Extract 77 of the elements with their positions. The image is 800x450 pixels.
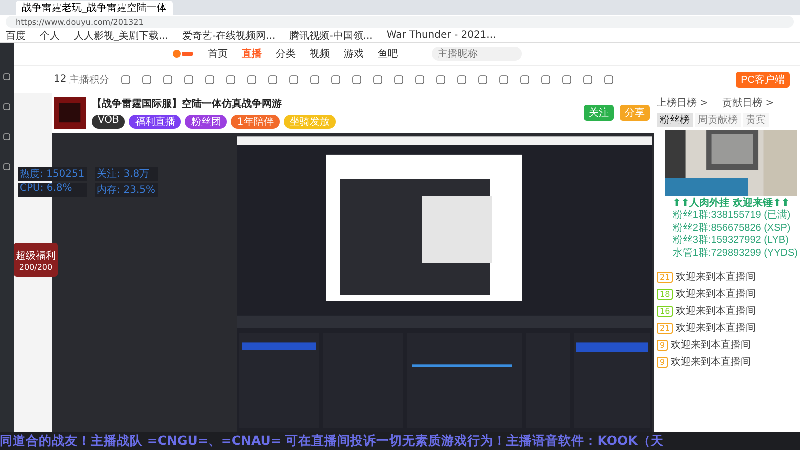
- category-icon[interactable]: [604, 74, 614, 84]
- level-badge: 18: [657, 288, 674, 300]
- stat-text: 关注: 3.8万: [95, 167, 158, 181]
- stat-text: 内存: 23.5%: [95, 183, 158, 197]
- chat-message: 欢迎来到本直播间: [676, 288, 756, 301]
- level-badge: 16: [657, 306, 674, 316]
- bookmark[interactable]: 腾讯视频-中国领...: [290, 28, 373, 42]
- category-icon[interactable]: [226, 74, 236, 84]
- bookmark[interactable]: 百度: [6, 28, 26, 42]
- room-tag[interactable]: VOB: [92, 115, 126, 129]
- category-icon[interactable]: [288, 74, 299, 84]
- logo-icon[interactable]: [172, 49, 194, 59]
- nav-tab[interactable]: 游戏: [344, 47, 364, 61]
- browser-tab[interactable]: 战争雷霆老玩_战争雷霆空陆一体: [16, 1, 173, 15]
- room-tag[interactable]: 福利直播: [129, 115, 182, 129]
- address-bar[interactable]: https://www.douyu.com/201321: [6, 16, 794, 28]
- category-icon[interactable]: [184, 74, 194, 84]
- chat-message: 欢迎来到本直播间: [676, 322, 756, 335]
- category-icon[interactable]: [352, 74, 362, 84]
- overlay-headline: ⬆⬆人肉外挂 欢迎来锤⬆⬆: [672, 196, 791, 210]
- stat-text: CPU: 6.8%: [18, 183, 88, 197]
- chat-message: 欢迎来到本直播间: [671, 356, 752, 369]
- points-label: 主播积分: [70, 74, 110, 86]
- chat-message: 欢迎来到本直播间: [676, 270, 756, 284]
- chat-message: 欢迎来到本直播间: [676, 304, 756, 318]
- chat-message: 欢迎来到本直播间: [671, 338, 752, 352]
- category-icon[interactable]: [246, 74, 257, 84]
- category-icon[interactable]: [414, 74, 425, 84]
- points-count: 12: [54, 74, 67, 85]
- category-icon[interactable]: [540, 74, 551, 84]
- nav-tab[interactable]: 首页: [208, 47, 228, 61]
- bookmark[interactable]: 爱奇艺-在线视频网...: [182, 28, 276, 42]
- nav-tab[interactable]: 分类: [276, 47, 296, 61]
- category-icon[interactable]: [562, 74, 572, 84]
- side-nav-icon[interactable]: [3, 133, 11, 141]
- bookmark[interactable]: 人人影视_美剧下载...: [74, 28, 169, 42]
- category-icon[interactable]: [520, 74, 530, 84]
- overlay-group-line: 粉丝1群:338155719 (已满): [672, 210, 792, 222]
- bookmark[interactable]: 个人: [40, 28, 60, 42]
- side-nav-icon[interactable]: [3, 103, 11, 111]
- category-icon[interactable]: [394, 74, 404, 84]
- bookmark[interactable]: War Thunder - 2021...: [386, 30, 496, 41]
- overlay-group-line: 粉丝3群:159327992 (LYB): [672, 235, 790, 248]
- category-icon[interactable]: [142, 74, 152, 84]
- category-icon[interactable]: [478, 74, 488, 84]
- chat-tab[interactable]: 粉丝榜: [657, 113, 693, 127]
- category-icon[interactable]: [436, 74, 446, 84]
- rank-link[interactable]: 贡献日榜 >: [722, 96, 774, 110]
- nav-tab[interactable]: 鱼吧: [378, 47, 398, 61]
- level-badge: 21: [657, 272, 674, 282]
- category-icon[interactable]: [372, 74, 383, 84]
- gift-count: 200/200: [19, 262, 53, 272]
- nav-tab[interactable]: 视频: [310, 47, 330, 61]
- level-badge: 9: [657, 356, 668, 368]
- room-title: 【战争雷霆国际服】空陆一体仿真战争网游: [92, 98, 283, 111]
- category-icon[interactable]: [268, 74, 278, 84]
- level-badge: 9: [657, 340, 668, 350]
- category-icon[interactable]: [162, 74, 173, 84]
- stat-text: 热度: 150251: [18, 167, 88, 181]
- gift-badge[interactable]: 超级福利 200/200: [14, 243, 58, 277]
- overlay-group-line: 粉丝2群:856675826 (XSP): [672, 222, 792, 234]
- category-icon[interactable]: [204, 74, 215, 84]
- room-tag[interactable]: 粉丝团: [185, 115, 228, 129]
- category-icon[interactable]: [456, 74, 467, 84]
- overlay-group-line: 水管1群:729893299 (YYDS): [672, 248, 798, 260]
- category-icon[interactable]: [498, 74, 509, 84]
- rank-link[interactable]: 上榜日榜 >: [657, 96, 709, 110]
- level-badge: 21: [657, 322, 674, 334]
- category-icon[interactable]: [310, 74, 320, 84]
- side-nav-icon[interactable]: [3, 163, 11, 171]
- side-nav-icon[interactable]: [3, 73, 11, 81]
- category-icon[interactable]: [582, 74, 593, 84]
- gift-label: 超级福利: [16, 250, 56, 262]
- ticker-text: 同道合的战友！主播战队 =CNGU=、=CNAU= 可在直播间投诉一切无素质游戏行为！主播语音软件：KOOK（天: [0, 432, 664, 450]
- category-icon[interactable]: [120, 74, 131, 84]
- search-field[interactable]: 主播昵称: [432, 47, 522, 61]
- category-icon[interactable]: [330, 74, 341, 84]
